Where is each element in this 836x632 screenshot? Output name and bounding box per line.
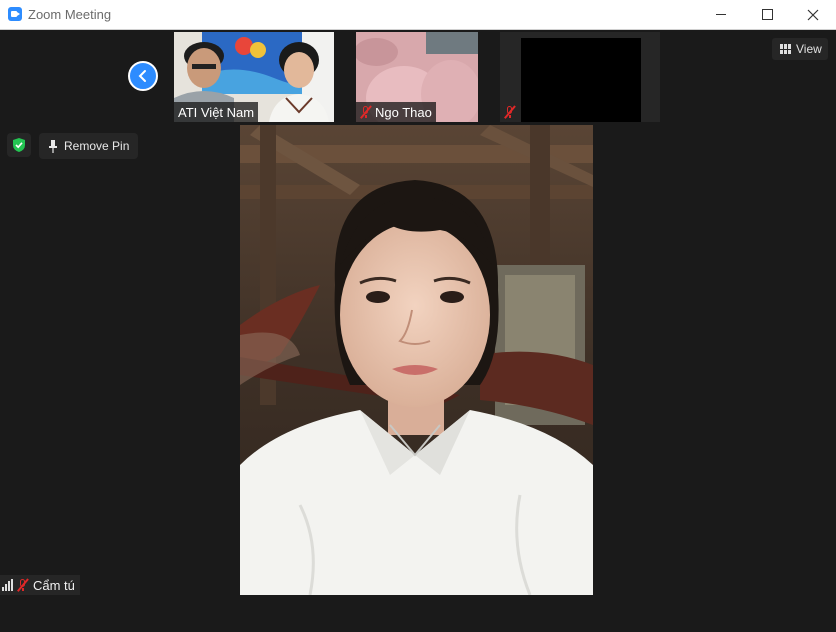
main-speaker-video	[240, 125, 593, 595]
zoom-app-icon	[8, 7, 22, 21]
previous-page-button[interactable]	[128, 61, 158, 91]
title-bar: Zoom Meeting	[0, 0, 836, 30]
thumbnail-name-tag: Ngo Thao	[356, 102, 436, 122]
view-button[interactable]: View	[772, 38, 828, 60]
muted-microphone-icon	[360, 105, 372, 119]
self-name-tag: Cẩm tú	[0, 575, 80, 595]
connection-signal-icon	[2, 579, 13, 591]
shield-check-icon	[13, 138, 25, 152]
remove-pin-label: Remove Pin	[64, 139, 130, 153]
maximize-button[interactable]	[744, 0, 790, 29]
thumbnail-name-tag	[500, 102, 523, 122]
close-icon	[807, 9, 819, 20]
participant-thumbnail-video-off[interactable]	[500, 32, 660, 122]
pin-icon	[49, 139, 57, 153]
participant-thumbnail-ati[interactable]: ATI Việt Nam	[174, 32, 334, 122]
participant-name: ATI Việt Nam	[178, 104, 255, 120]
minimize-button[interactable]	[698, 0, 744, 29]
view-button-label: View	[796, 42, 822, 56]
chevron-left-icon	[138, 70, 146, 82]
muted-microphone-icon	[504, 105, 516, 119]
maximize-icon	[761, 9, 773, 20]
security-shield-button[interactable]	[7, 133, 31, 157]
participant-video-off	[521, 38, 641, 122]
participant-thumbnail-ngo-thao[interactable]: Ngo Thao	[356, 32, 478, 122]
close-button[interactable]	[790, 0, 836, 29]
speaker-video-frame	[240, 125, 593, 595]
self-name: Cẩm tú	[33, 577, 75, 593]
window-title: Zoom Meeting	[28, 7, 112, 22]
gallery-grid-icon	[780, 44, 791, 54]
thumbnail-name-tag: ATI Việt Nam	[174, 102, 259, 122]
minimize-icon	[716, 14, 726, 15]
muted-microphone-icon	[17, 578, 29, 592]
participant-name: Ngo Thao	[375, 104, 432, 120]
remove-pin-button[interactable]: Remove Pin	[39, 133, 138, 159]
